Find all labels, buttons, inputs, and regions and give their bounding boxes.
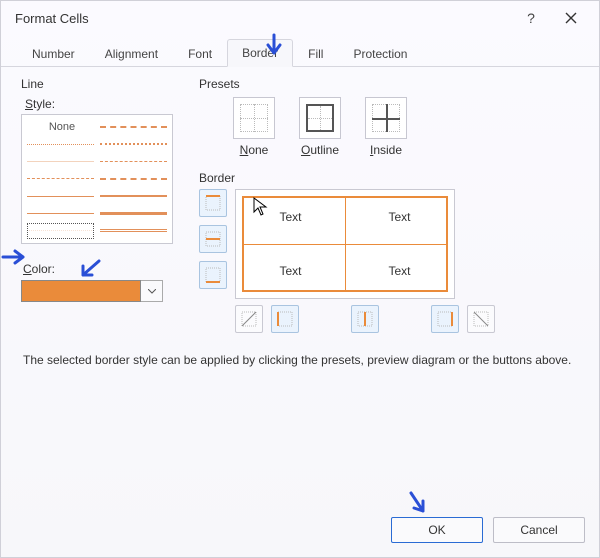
- ok-button[interactable]: OK: [391, 517, 483, 543]
- border-area: Text Text Text Text: [199, 189, 579, 299]
- border-diag-down-button[interactable]: [467, 305, 495, 333]
- border-left-button[interactable]: [271, 305, 299, 333]
- preset-outline-label: Outline: [301, 143, 339, 157]
- dialog-footer: OK Cancel: [391, 517, 585, 543]
- preset-outline[interactable]: Outline: [299, 97, 341, 157]
- preset-inside-icon: [365, 97, 407, 139]
- style-option[interactable]: [27, 171, 94, 187]
- line-style-list[interactable]: None: [21, 114, 173, 244]
- style-option[interactable]: [100, 223, 167, 239]
- format-cells-dialog: Format Cells ? Number Alignment Font Bor…: [0, 0, 600, 558]
- preset-outline-icon: [299, 97, 341, 139]
- style-option[interactable]: [27, 136, 94, 152]
- edge-buttons-left: [199, 189, 227, 299]
- preset-inside-label: Inside: [370, 143, 402, 157]
- style-option[interactable]: [100, 205, 167, 221]
- border-bottom-button[interactable]: [199, 261, 227, 289]
- color-label: Color:: [23, 262, 181, 276]
- style-option-selected[interactable]: [27, 223, 94, 239]
- border-vmiddle-button[interactable]: [351, 305, 379, 333]
- preset-none-icon: [233, 97, 275, 139]
- tab-protection[interactable]: Protection: [338, 40, 422, 67]
- tab-border[interactable]: Border: [227, 39, 293, 67]
- close-icon: [565, 12, 577, 24]
- annotation-arrow-icon: [405, 491, 429, 519]
- style-option[interactable]: [100, 119, 167, 135]
- color-swatch[interactable]: [21, 280, 141, 302]
- preview-cell: Text: [345, 244, 454, 298]
- line-group-label: Line: [21, 77, 181, 91]
- border-right-button[interactable]: [431, 305, 459, 333]
- preview-cell: Text: [345, 190, 454, 244]
- style-label: Style:: [25, 97, 181, 111]
- style-none[interactable]: None: [27, 119, 94, 135]
- edge-buttons-bottom: [235, 305, 579, 333]
- style-option[interactable]: [100, 136, 167, 152]
- cancel-button[interactable]: Cancel: [493, 517, 585, 543]
- chevron-down-icon[interactable]: [141, 280, 163, 302]
- preset-none[interactable]: None: [233, 97, 275, 157]
- style-option[interactable]: [27, 188, 94, 204]
- preview-cell: Text: [236, 244, 345, 298]
- hint-text: The selected border style can be applied…: [1, 333, 599, 367]
- border-group-label: Border: [199, 171, 579, 185]
- window-title: Format Cells: [15, 11, 511, 26]
- border-diag-up-button[interactable]: [235, 305, 263, 333]
- tab-alignment[interactable]: Alignment: [90, 40, 173, 67]
- border-top-button[interactable]: [199, 189, 227, 217]
- preset-inside[interactable]: Inside: [365, 97, 407, 157]
- style-option[interactable]: [100, 154, 167, 170]
- titlebar: Format Cells ?: [1, 1, 599, 35]
- right-column: Presets None Outline Inside Border: [199, 77, 579, 333]
- tab-fill[interactable]: Fill: [293, 40, 338, 67]
- tab-font[interactable]: Font: [173, 40, 227, 67]
- line-column: Line Style: None Color:: [21, 77, 181, 333]
- presets-row: None Outline Inside: [199, 97, 579, 157]
- presets-group-label: Presets: [199, 77, 579, 91]
- color-picker[interactable]: [21, 280, 181, 302]
- tab-bar: Number Alignment Font Border Fill Protec…: [1, 39, 599, 67]
- border-preview[interactable]: Text Text Text Text: [235, 189, 455, 299]
- close-button[interactable]: [551, 3, 591, 33]
- style-option[interactable]: [100, 188, 167, 204]
- preset-none-label: None: [240, 143, 269, 157]
- tab-number[interactable]: Number: [17, 40, 90, 67]
- style-option[interactable]: [27, 205, 94, 221]
- help-button[interactable]: ?: [511, 3, 551, 33]
- style-option[interactable]: [27, 154, 94, 170]
- content-area: Line Style: None Color:: [1, 67, 599, 333]
- border-hmiddle-button[interactable]: [199, 225, 227, 253]
- preview-cell: Text: [236, 190, 345, 244]
- style-option[interactable]: [100, 171, 167, 187]
